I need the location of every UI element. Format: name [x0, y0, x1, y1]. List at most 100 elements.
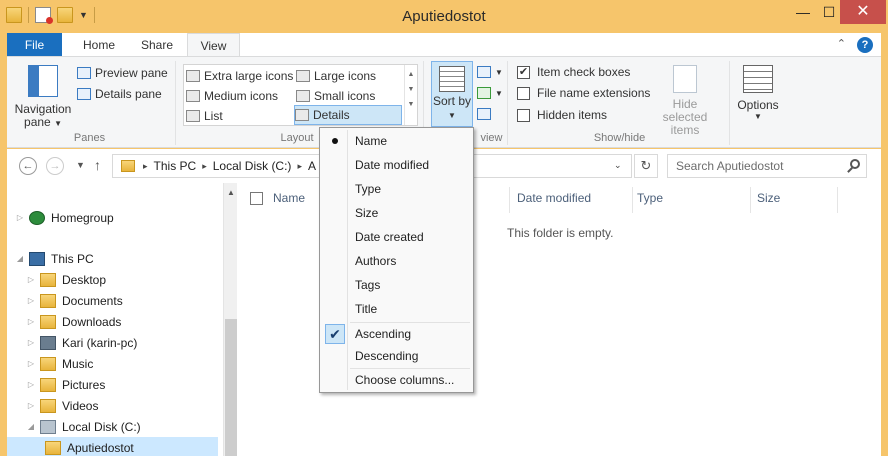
nav-item-label: Desktop: [62, 272, 107, 287]
breadcrumb-aputiedostot[interactable]: A: [308, 159, 316, 173]
address-dropdown-icon[interactable]: ⌄: [614, 160, 622, 171]
sort-ascending[interactable]: ✔ Ascending: [322, 323, 471, 345]
title-bar: ▼ Aputiedostot — ☐ ✕: [0, 0, 888, 32]
details-icon: [295, 109, 309, 121]
layout-details[interactable]: Details: [294, 105, 402, 125]
select-all-checkbox[interactable]: [250, 192, 263, 205]
expand-icon[interactable]: ▷: [26, 338, 36, 347]
tab-home[interactable]: Home: [70, 33, 128, 57]
sort-descending[interactable]: Descending: [322, 345, 471, 367]
up-button[interactable]: ↑: [94, 157, 101, 173]
search-icon[interactable]: [850, 159, 860, 169]
tab-file[interactable]: File: [7, 33, 62, 57]
nav-item-pictures[interactable]: ▷ Pictures: [26, 374, 105, 395]
column-divider[interactable]: [509, 187, 510, 213]
sort-by-title[interactable]: Title: [322, 298, 471, 320]
navigation-pane-icon: [28, 65, 58, 97]
group-by-button[interactable]: ▼: [477, 63, 503, 81]
expand-icon[interactable]: ▷: [26, 359, 36, 368]
column-header-date-modified[interactable]: Date modified: [517, 191, 591, 205]
file-name-extensions-toggle[interactable]: File name extensions: [517, 84, 650, 102]
nav-item-homegroup[interactable]: ▷ Homegroup: [15, 207, 114, 228]
sort-by-button[interactable]: Sort by ▼: [431, 61, 473, 127]
column-header-name[interactable]: Name: [273, 191, 305, 205]
add-columns-button[interactable]: ▼: [477, 84, 503, 102]
layout-large-icons[interactable]: Large icons: [296, 66, 376, 86]
collapse-icon[interactable]: ◢: [15, 254, 25, 263]
breadcrumb-chevron-icon[interactable]: ▸: [297, 161, 302, 172]
details-pane-button[interactable]: Details pane: [77, 85, 162, 103]
nav-item-downloads[interactable]: ▷ Downloads: [26, 311, 121, 332]
layout-list[interactable]: List: [186, 106, 223, 126]
details-pane-icon: [77, 88, 91, 100]
recent-locations-dropdown-icon[interactable]: ▼: [76, 160, 85, 170]
nav-item-aputiedostot[interactable]: Aputiedostot: [7, 437, 218, 456]
column-header-size[interactable]: Size: [757, 191, 780, 205]
folder-icon: [40, 398, 56, 413]
expand-icon[interactable]: ▷: [26, 296, 36, 305]
close-button[interactable]: ✕: [840, 0, 886, 24]
more-icon[interactable]: ▼: [405, 101, 417, 108]
hidden-items-toggle[interactable]: Hidden items: [517, 106, 607, 124]
tab-share[interactable]: Share: [128, 33, 186, 57]
nav-item-music[interactable]: ▷ Music: [26, 353, 93, 374]
collapse-icon[interactable]: ◢: [26, 422, 36, 431]
breadcrumb-chevron-icon[interactable]: ▸: [143, 161, 148, 172]
breadcrumb-this-pc[interactable]: This PC: [154, 159, 197, 173]
expand-icon[interactable]: ▷: [26, 317, 36, 326]
forward-button[interactable]: →: [46, 157, 64, 175]
sort-by-size[interactable]: Size: [322, 202, 471, 224]
layout-extra-large-icons[interactable]: Extra large icons: [186, 66, 293, 86]
refresh-button[interactable]: ↻: [634, 154, 658, 178]
breadcrumb-chevron-icon[interactable]: ▸: [202, 161, 207, 172]
folder-icon: [40, 293, 56, 308]
item-check-boxes-toggle[interactable]: ✔ Item check boxes: [517, 63, 630, 81]
scrollbar-thumb[interactable]: [225, 319, 237, 456]
breadcrumb-local-disk[interactable]: Local Disk (C:): [213, 159, 292, 173]
column-header-type[interactable]: Type: [637, 191, 663, 205]
nav-item-documents[interactable]: ▷ Documents: [26, 290, 123, 311]
sort-by-type[interactable]: Type: [322, 178, 471, 200]
scroll-down-icon[interactable]: ▼: [405, 86, 417, 93]
layout-small-icons[interactable]: Small icons: [296, 86, 375, 106]
column-divider[interactable]: [632, 187, 633, 213]
folder-icon: [121, 160, 135, 172]
column-divider[interactable]: [837, 187, 838, 213]
expand-icon[interactable]: ▷: [26, 380, 36, 389]
help-icon[interactable]: ?: [857, 37, 873, 53]
preview-pane-button[interactable]: Preview pane: [77, 64, 168, 82]
nav-item-kari[interactable]: ▷ Kari (karin-pc): [26, 332, 137, 353]
navigation-pane-button[interactable]: Navigation pane ▼: [13, 65, 73, 130]
layout-gallery-scroll[interactable]: ▲ ▼ ▼: [404, 65, 417, 125]
search-input[interactable]: Search Aputiedostot: [667, 154, 867, 178]
size-columns-button[interactable]: [477, 105, 491, 123]
sort-by-authors[interactable]: Authors: [322, 250, 471, 272]
expand-icon[interactable]: ▷: [26, 275, 36, 284]
options-button[interactable]: Options ▼: [735, 65, 781, 121]
nav-item-videos[interactable]: ▷ Videos: [26, 395, 98, 416]
hidden-items-checkbox[interactable]: [517, 108, 530, 122]
tab-view[interactable]: View: [187, 33, 240, 58]
scroll-up-icon[interactable]: ▲: [227, 188, 235, 197]
folder-icon: [45, 440, 61, 455]
hide-selected-items-button[interactable]: Hide selected items: [649, 65, 721, 137]
nav-item-desktop[interactable]: ▷ Desktop: [26, 269, 106, 290]
back-button[interactable]: ←: [19, 157, 37, 175]
nav-item-this-pc[interactable]: ◢ This PC: [15, 248, 94, 269]
file-name-extensions-checkbox[interactable]: [517, 86, 530, 100]
expand-icon[interactable]: ▷: [26, 401, 36, 410]
scroll-up-icon[interactable]: ▲: [405, 71, 417, 78]
minimize-ribbon-icon[interactable]: ⌃: [837, 37, 846, 50]
layout-medium-icons[interactable]: Medium icons: [186, 86, 278, 106]
navigation-pane-scrollbar[interactable]: ▲: [223, 183, 237, 456]
sort-by-name[interactable]: Name: [322, 130, 471, 152]
item-check-boxes-checkbox[interactable]: ✔: [517, 65, 530, 79]
sort-by-tags[interactable]: Tags: [322, 274, 471, 296]
choose-columns[interactable]: Choose columns...: [322, 369, 471, 391]
sort-by-date-created[interactable]: Date created: [322, 226, 471, 248]
expand-icon[interactable]: ▷: [15, 213, 25, 222]
nav-item-local-disk[interactable]: ◢ Local Disk (C:): [26, 416, 141, 437]
menu-item-label: Ascending: [355, 327, 412, 341]
column-divider[interactable]: [750, 187, 751, 213]
sort-by-date-modified[interactable]: Date modified: [322, 154, 471, 176]
